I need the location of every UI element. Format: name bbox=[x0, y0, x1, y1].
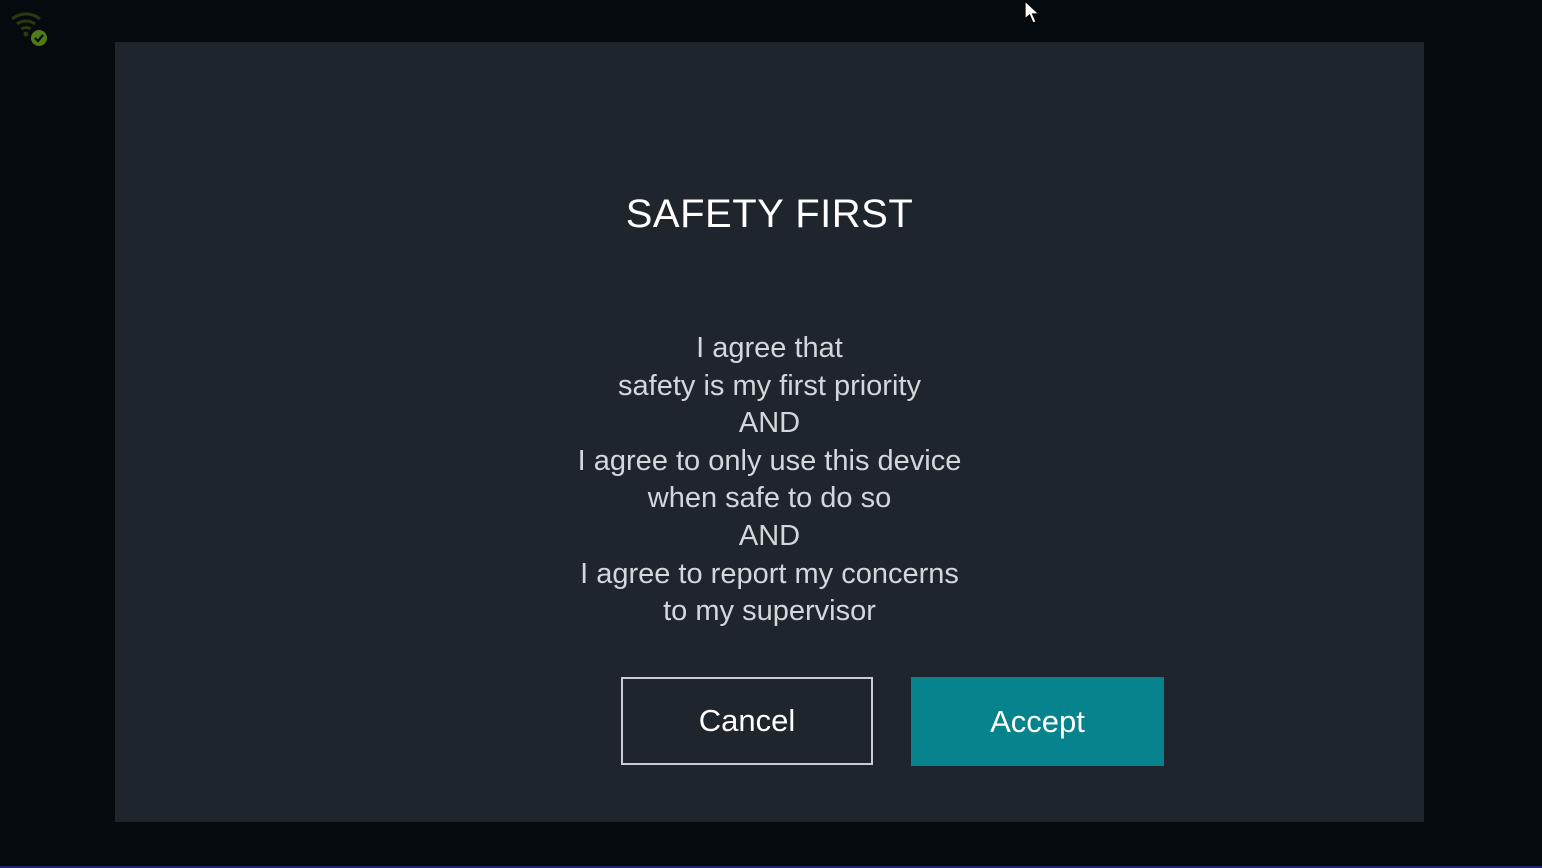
wifi-status-indicator bbox=[10, 10, 50, 48]
agreement-line: safety is my first priority bbox=[618, 369, 921, 402]
agreement-line: AND bbox=[738, 519, 801, 552]
dialog-title: SAFETY FIRST bbox=[625, 192, 914, 236]
wifi-connected-icon bbox=[11, 12, 47, 46]
agreement-line: I agree that bbox=[696, 332, 843, 364]
agreement-line: I agree to report my concerns bbox=[580, 557, 959, 590]
agreement-line: to my supervisor bbox=[663, 595, 876, 628]
agreement-line: AND bbox=[738, 407, 801, 440]
agreement-text: I agree that safety is my first priority… bbox=[115, 330, 1424, 631]
agreement-line: when safe to do so bbox=[647, 482, 892, 515]
mouse-pointer-icon bbox=[1024, 0, 1044, 26]
check-circle-icon bbox=[31, 30, 47, 46]
accept-button[interactable]: Accept bbox=[911, 677, 1164, 766]
agreement-line: I agree to only use this device bbox=[577, 444, 962, 477]
safety-dialog: SAFETY FIRST I agree that safety is my f… bbox=[115, 42, 1424, 822]
cancel-button[interactable]: Cancel bbox=[621, 677, 873, 765]
